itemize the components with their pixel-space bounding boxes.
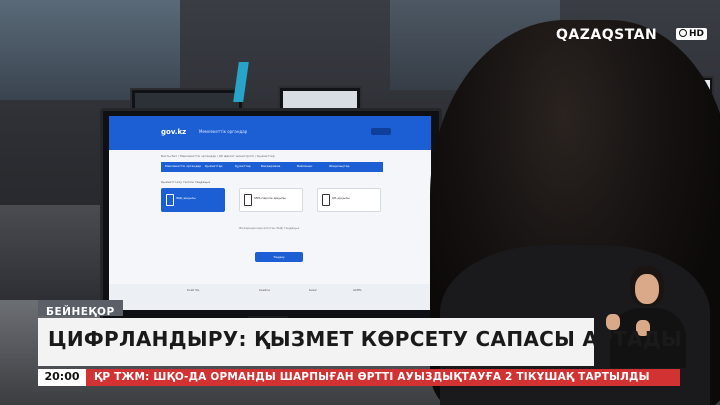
site-nav-title[interactable]: Мемлекеттік органдар	[199, 129, 247, 134]
menu-item[interactable]: Жаңалықтар	[329, 164, 349, 168]
auth-option-card[interactable]: SMS-пароль арқылы	[239, 188, 303, 212]
headline-text: ЦИФРЛАНДЫРУ: ҚЫЗМЕТ КӨРСЕТУ САПАСЫ АРТАД…	[48, 327, 682, 351]
background-window	[0, 0, 180, 100]
location-tag: БЕЙНЕҚОР	[38, 300, 123, 318]
status-message: Жоғарыда көрсетілген ЭЦҚ таңдаңыз	[238, 226, 300, 230]
site-menu: Мемлекеттік органдар Қызметтер Құжаттар …	[161, 162, 383, 172]
monitor-screen: gov.kz Мемлекеттік органдар Басты бет / …	[109, 116, 431, 310]
partner-logo: Kcell 5G	[187, 288, 200, 292]
partner-logo: ALTEL	[353, 288, 362, 292]
login-button[interactable]	[371, 128, 391, 135]
qr-icon	[322, 194, 330, 206]
site-footer: Kcell 5G beeline tele2 ALTEL	[109, 284, 431, 310]
main-monitor: gov.kz Мемлекеттік органдар Басты бет / …	[100, 108, 442, 322]
menu-item[interactable]: Құжаттар	[235, 164, 251, 168]
clock: 20:00	[38, 369, 86, 386]
menu-item[interactable]: Байланыс	[297, 164, 313, 168]
method-description: Қызметті алу тәсілін таңдаңыз	[161, 180, 211, 184]
ticker-text: ҚР ТЖМ: ШҚО-ДА ОРМАНДЫ ШАРПЫҒАН ӨРТТІ АУ…	[94, 371, 650, 383]
headline-bar: ЦИФРЛАНДЫРУ: ҚЫЗМЕТ КӨРСЕТУ САПАСЫ АРТАД…	[38, 318, 682, 366]
sign-language-interpreter	[600, 258, 700, 368]
auth-option-card[interactable]: QR арқылы	[317, 188, 381, 212]
auth-option-card[interactable]: ЭЦҚ арқылы	[161, 188, 225, 212]
select-button[interactable]: Таңдау	[255, 252, 303, 262]
breadcrumb[interactable]: Басты бет / Мемлекеттік органдар / ҚР Әд…	[161, 154, 391, 159]
partner-logo: beeline	[259, 288, 271, 292]
key-icon	[166, 194, 174, 206]
site-header: gov.kz Мемлекеттік органдар	[109, 116, 431, 150]
menu-item[interactable]: Мемлекеттік органдар	[165, 164, 201, 168]
flag	[233, 62, 249, 102]
phone-icon	[244, 194, 252, 206]
hd-badge: HD	[676, 28, 708, 40]
menu-item[interactable]: Қызметтер	[205, 164, 222, 168]
partner-logo: tele2	[309, 288, 317, 292]
hd-dot-icon	[679, 29, 687, 37]
menu-item[interactable]: Бағдарлама	[261, 164, 280, 168]
channel-logo: QAZAQSTAN	[556, 27, 658, 43]
site-logo[interactable]: gov.kz	[161, 128, 186, 136]
video-frame: gov.kz Мемлекеттік органдар Басты бет / …	[0, 0, 720, 405]
